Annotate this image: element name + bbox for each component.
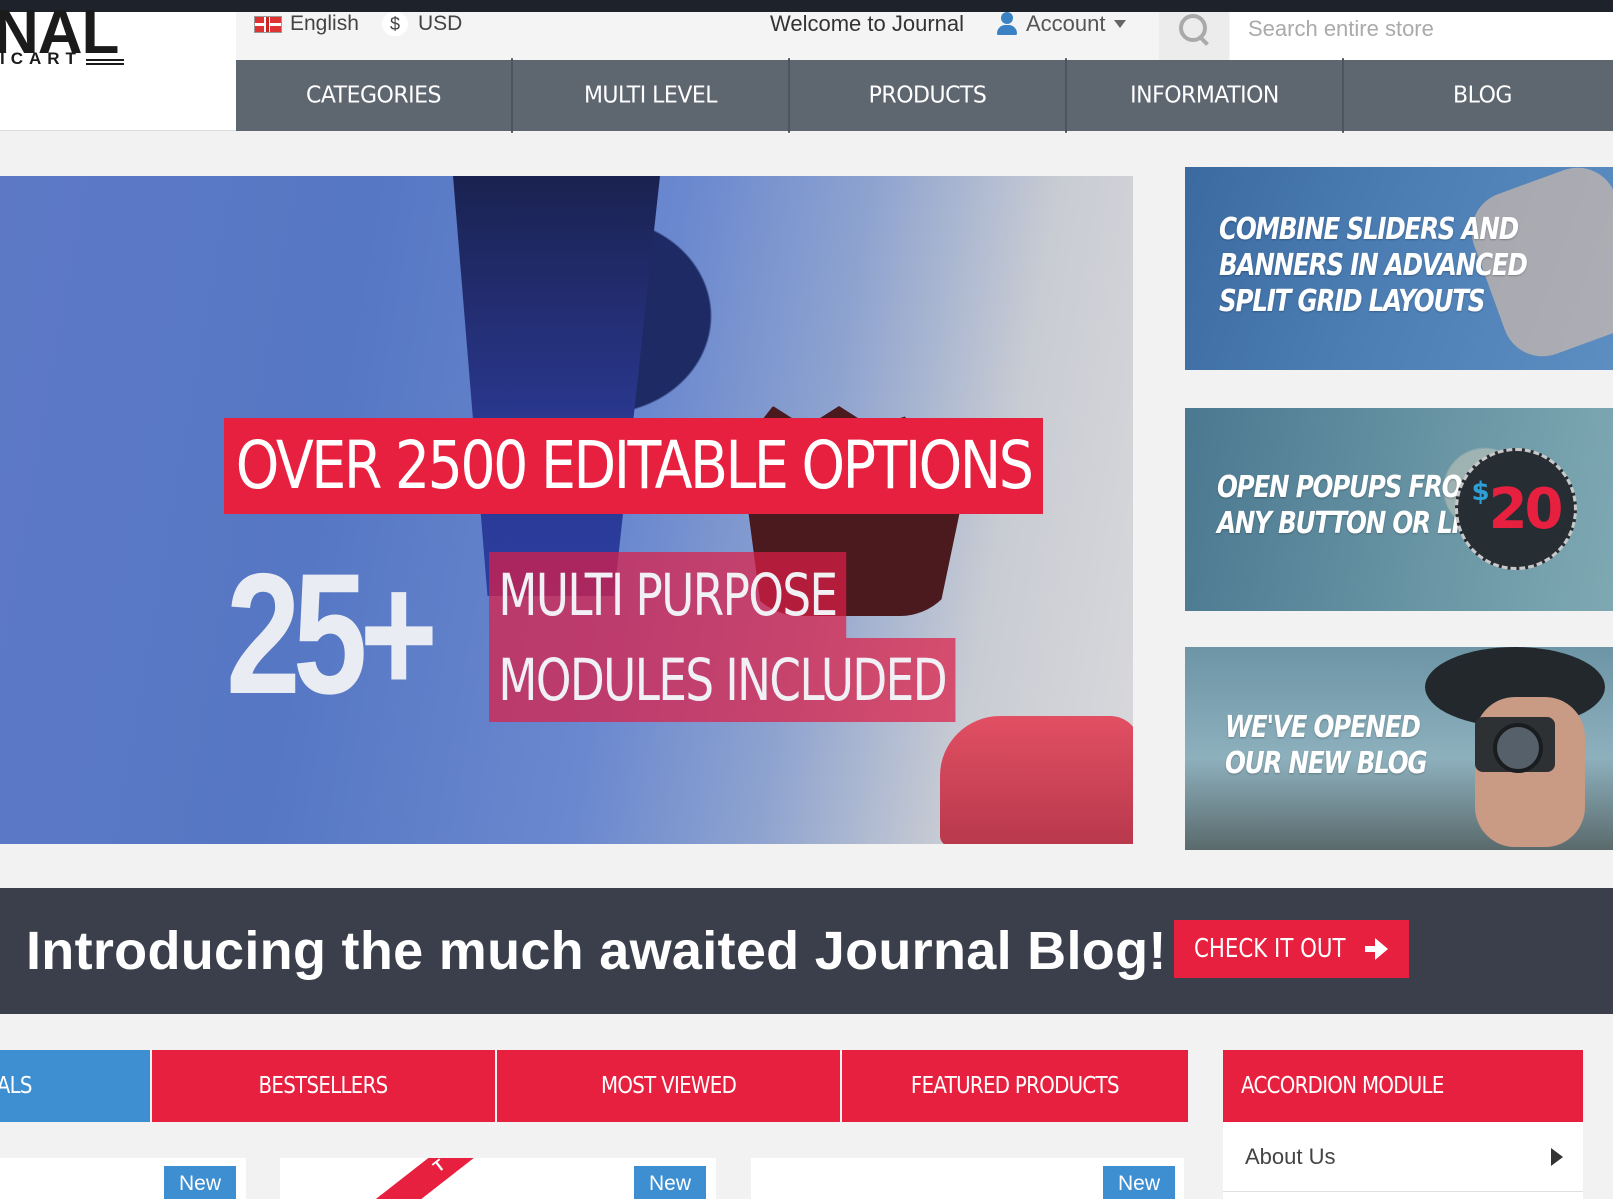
nav-blog[interactable]: BLOG [1344, 58, 1613, 133]
new-badge: New [634, 1166, 706, 1199]
search-button[interactable] [1159, 12, 1229, 60]
tab-featured-products[interactable]: FEATURED PRODUCTS [842, 1050, 1188, 1122]
nav-products[interactable]: PRODUCTS [790, 58, 1067, 133]
banner-new-blog[interactable]: WE'VE OPENED OUR NEW BLOG [1185, 647, 1613, 850]
new-badge: New [164, 1166, 236, 1199]
arrow-right-icon [1364, 938, 1389, 960]
hero-subline-2: MODULES INCLUDED [489, 638, 956, 722]
search-input[interactable] [1230, 12, 1613, 60]
price-badge: $ 20 [1455, 448, 1577, 570]
check-it-out-label: CHECK IT OUT [1194, 934, 1346, 964]
top-bar: English $ USD Welcome to Journal Account [236, 11, 1613, 60]
product-ribbon: T [372, 1158, 508, 1199]
hero-headline: OVER 2500 EDITABLE OPTIONS [224, 418, 1044, 514]
product-card[interactable]: New [0, 1158, 246, 1199]
check-it-out-button[interactable]: CHECK IT OUT [1174, 920, 1409, 978]
price-badge-value: 20 [1488, 476, 1564, 542]
new-badge: New [1103, 1166, 1175, 1199]
hero-scarf-graphic [453, 176, 660, 596]
banner-text: WE'VE OPENED OUR NEW BLOG [1225, 710, 1428, 781]
nav-information[interactable]: INFORMATION [1067, 58, 1344, 133]
price-badge-symbol: $ [1471, 477, 1489, 507]
banner-popups[interactable]: OPEN POPUPS FROM ANY BUTTON OR LINK $ 20 [1185, 408, 1613, 611]
search-icon [1179, 14, 1209, 44]
accordion-title-label: ACCORDION MODULE [1241, 1073, 1444, 1099]
banner-text: COMBINE SLIDERS AND BANNERS IN ADVANCED … [1219, 212, 1528, 319]
caret-down-icon [1113, 20, 1126, 28]
tab-new-arrivals[interactable]: IVALS [0, 1050, 150, 1122]
language-selector[interactable]: English [254, 12, 359, 36]
logo-subword: ICART [0, 49, 82, 68]
user-icon [996, 12, 1018, 36]
tab-label: MOST VIEWED [600, 1073, 737, 1099]
tab-label: BESTSELLERS [258, 1073, 389, 1099]
banner-split-grid[interactable]: COMBINE SLIDERS AND BANNERS IN ADVANCED … [1185, 167, 1613, 370]
store-logo[interactable]: NAL ICART [0, 2, 236, 131]
hero-car-graphic [940, 716, 1133, 844]
uk-flag-icon [254, 15, 282, 33]
tab-bestsellers[interactable]: BESTSELLERS [152, 1050, 495, 1122]
language-label: English [290, 12, 359, 35]
blog-announcement-title: Introducing the much awaited Journal Blo… [26, 921, 1167, 981]
hero-subline-1: MULTI PURPOSE [489, 552, 846, 638]
account-label: Account [1026, 11, 1106, 36]
tab-label: FEATURED PRODUCTS [911, 1073, 1120, 1099]
product-card[interactable]: T New [280, 1158, 716, 1199]
welcome-text: Welcome to Journal [770, 11, 965, 36]
product-card[interactable]: New [751, 1158, 1184, 1199]
play-arrow-icon [1551, 1147, 1563, 1166]
nav-multi-level[interactable]: MULTI LEVEL [513, 58, 790, 133]
blog-announcement-strip: Introducing the much awaited Journal Blo… [0, 888, 1613, 1014]
hero-big-number: 25+ [226, 538, 438, 730]
main-navigation: CATEGORIES MULTI LEVEL PRODUCTS INFORMAT… [236, 58, 1613, 133]
logo-rule [86, 59, 124, 61]
accordion-item-label: About Us [1245, 1143, 1336, 1169]
page: NAL ICART English $ USD Welcome to Journ… [0, 0, 1613, 1199]
nav-categories[interactable]: CATEGORIES [236, 58, 513, 133]
account-menu[interactable]: Account [996, 11, 1126, 36]
tab-label: IVALS [0, 1073, 32, 1099]
accordion-item-about-us[interactable]: About Us [1223, 1122, 1583, 1192]
product-tabs: IVALS BESTSELLERS MOST VIEWED FEATURED P… [0, 1050, 1188, 1122]
camera-icon [1475, 717, 1555, 773]
accordion-module: ACCORDION MODULE About Us [1223, 1050, 1583, 1199]
currency-selector[interactable]: $ USD [382, 12, 462, 36]
tab-most-viewed[interactable]: MOST VIEWED [497, 1050, 840, 1122]
accordion-title: ACCORDION MODULE [1223, 1050, 1583, 1122]
currency-label: USD [418, 12, 463, 35]
currency-symbol: $ [382, 12, 408, 36]
